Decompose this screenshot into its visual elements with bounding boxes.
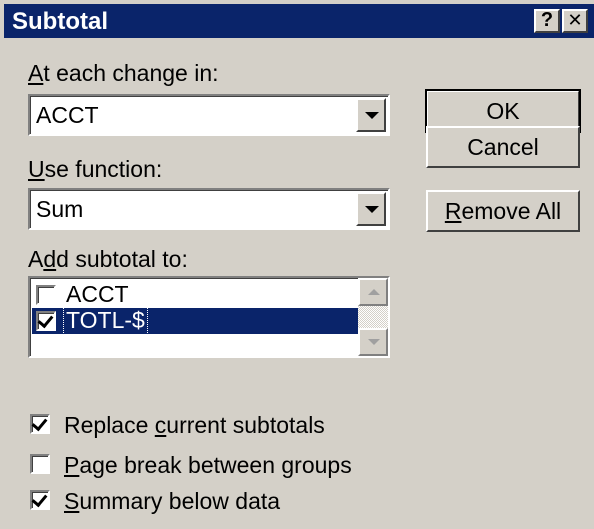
add-subtotal-label: Add subtotal to: [28,246,188,272]
remove-all-button[interactable]: Remove All [426,190,580,232]
summary-below-data-label: Summary below data [64,488,281,514]
summary-below-data-checkbox[interactable] [30,490,50,510]
close-button[interactable]: ✕ [562,9,588,33]
at-each-change-label: At each change in: [28,60,219,86]
at-each-change-value: ACCT [36,102,99,128]
list-item-label: TOTL-$ [63,306,148,335]
list-item-label: ACCT [66,281,129,307]
list-item-totl[interactable]: TOTL-$ [32,306,358,335]
scroll-down-button[interactable] [358,328,388,356]
replace-current-subtotals-checkbox[interactable] [30,414,50,434]
listbox-scrollbar[interactable] [358,278,388,356]
dropdown-arrow-icon [365,112,379,119]
page-break-label: Page break between groups [64,452,352,478]
dialog-title: Subtotal [12,8,108,35]
at-each-change-dropdown-button[interactable] [356,98,386,132]
checkmark-icon [31,414,48,432]
use-function-dropdown-button[interactable] [356,192,386,226]
list-item-acct[interactable]: ACCT [32,281,358,308]
scroll-down-icon [368,339,380,345]
help-button[interactable]: ? [534,9,560,33]
use-function-value: Sum [36,196,84,222]
checkmark-icon [31,490,48,508]
use-function-select[interactable]: Sum [28,188,390,230]
scroll-up-button[interactable] [358,278,388,306]
subtotal-dialog: Subtotal ? ✕ At each change in: ACCT Use… [0,0,594,529]
use-function-label: Use function: [28,156,163,182]
close-icon: ✕ [567,10,583,30]
at-each-change-select[interactable]: ACCT [28,94,390,136]
add-subtotal-listbox[interactable]: ACCT TOTL-$ [28,276,390,358]
page-break-checkbox[interactable] [30,454,50,474]
cancel-button[interactable]: Cancel [426,126,580,168]
title-bar[interactable]: Subtotal ? ✕ [4,4,594,38]
dropdown-arrow-icon [365,206,379,213]
help-icon: ? [540,9,554,31]
scroll-up-icon [368,289,380,295]
checkmark-icon [37,311,54,329]
list-item-checkbox[interactable] [36,311,56,331]
replace-current-subtotals-label: Replace current subtotals [64,412,325,438]
list-item-checkbox[interactable] [36,285,56,305]
